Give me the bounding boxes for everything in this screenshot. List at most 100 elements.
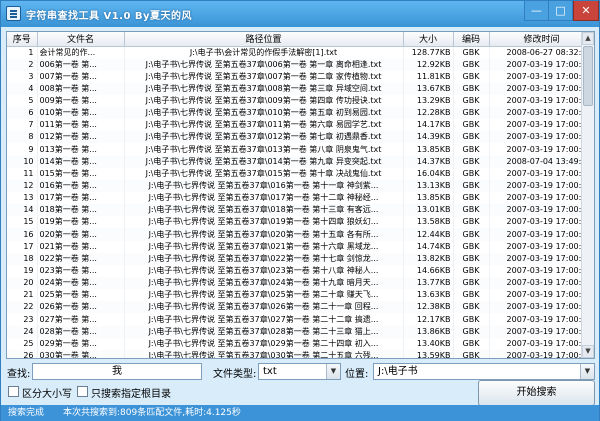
cell-filename: 029第一卷 第... [37, 337, 125, 350]
chevron-down-icon[interactable]: ▼ [580, 364, 594, 379]
cell-size: 13.63KB [403, 289, 454, 302]
cell-encoding: GBK [453, 131, 490, 144]
table-row[interactable]: 7 011第一卷 第... J:\电子书\七界传说 至第五卷37章\011第一卷 第… [7, 119, 594, 132]
table-row[interactable]: 2 006第一卷 第... J:\电子书\七界传说 至第五卷37章\006第一卷 第… [7, 58, 594, 71]
cell-path: J:\电子书\七界传说 至第五卷37章\019第一卷 第十四章 狼妖幻... [124, 216, 404, 229]
cell-modified: 2007-03-19 17:00:58 [489, 192, 594, 205]
cell-index: 13 [7, 192, 38, 205]
cell-modified: 2007-03-19 17:00:58 [489, 82, 594, 95]
root-only-checkbox[interactable] [77, 386, 88, 397]
table-row[interactable]: 10 014第一卷 第... J:\电子书\七界传说 至第五卷37章\014第一卷 … [7, 155, 594, 168]
cell-path: J:\电子书\七界传说 至第五卷37章\027第一卷 第二十二章 搞遗... [124, 313, 404, 326]
cell-index: 11 [7, 167, 38, 180]
cell-index: 19 [7, 264, 38, 278]
column-header-encoding[interactable]: 编码 [453, 32, 490, 47]
cell-index: 24 [7, 325, 38, 338]
scroll-down-icon[interactable]: ▼ [582, 345, 594, 358]
table-row[interactable]: 8 012第一卷 第... J:\电子书\七界传说 至第五卷37章\012第一卷 第… [7, 131, 594, 144]
table-row[interactable]: 1 会计常见的作... J:\电子书\会计常见的作假手法解密[1].txt 128.7… [7, 46, 594, 59]
root-only-label[interactable]: 只搜索指定根目录 [91, 385, 171, 400]
table-row[interactable]: 18 022第一卷 第... J:\电子书\七界传说 至第五卷37章\022第一卷 … [7, 252, 594, 265]
cell-index: 15 [7, 216, 38, 229]
cell-path: J:\电子书\七界传说 至第五卷37章\024第一卷 第十九章 暗月天... [124, 277, 404, 290]
scroll-up-icon[interactable]: ▲ [582, 32, 594, 45]
maximize-icon: □ [555, 4, 566, 17]
table-row[interactable]: 20 024第一卷 第... J:\电子书\七界传说 至第五卷37章\024第一卷 … [7, 277, 594, 290]
case-sensitive-checkbox[interactable] [8, 386, 19, 397]
minimize-button[interactable]: — [524, 1, 549, 21]
table-row[interactable]: 15 019第一卷 第... J:\电子书\七界传说 至第五卷37章\019第一卷 … [7, 216, 594, 229]
table-row[interactable]: 22 026第一卷 第... J:\电子书\七界传说 至第五卷37章\026第一卷 … [7, 301, 594, 314]
table-row[interactable]: 26 030第一卷 第... J:\电子书\七界传说 至第五卷37章\030第一卷 … [7, 349, 594, 358]
cell-index: 9 [7, 143, 38, 156]
table-row[interactable]: 5 009第一卷 第... J:\电子书\七界传说 至第五卷37章\009第一卷 第… [7, 94, 594, 108]
cell-modified: 2007-03-19 17:00:58 [489, 313, 594, 326]
cell-encoding: GBK [453, 119, 490, 132]
location-select[interactable]: J:\电子书 ▼ [373, 363, 595, 380]
cell-encoding: GBK [453, 167, 490, 180]
table-row[interactable]: 11 015第一卷 第... J:\电子书\七界传说 至第五卷37章\015第一卷 … [7, 167, 594, 180]
cell-index: 16 [7, 228, 38, 241]
table-row[interactable]: 13 017第一卷 第... J:\电子书\七界传说 至第五卷37章\017第一卷 … [7, 192, 594, 205]
table-row[interactable]: 9 013第一卷 第... J:\电子书\七界传说 至第五卷37章\013第一卷 第… [7, 143, 594, 156]
table-row[interactable]: 19 023第一卷 第... J:\电子书\七界传说 至第五卷37章\023第一卷 … [7, 264, 594, 278]
table-row[interactable]: 23 027第一卷 第... J:\电子书\七界传说 至第五卷37章\027第一卷 … [7, 313, 594, 326]
results-grid[interactable]: 序号 文件名 路径位置 大小 编码 修改时间 1 会计常见的作... J:\电子书\… [6, 31, 595, 359]
cell-path: J:\电子书\七界传说 至第五卷37章\009第一卷 第四章 传功授诀.txt [124, 94, 404, 108]
cell-index: 10 [7, 155, 38, 168]
filetype-select[interactable]: txt ▼ [258, 363, 341, 380]
app-window: 字符串查找工具 V1.0 By夏天的风 — □ ✕ 序号 文件名 路径位置 大小… [0, 0, 600, 421]
vertical-scrollbar[interactable]: ▲ ▼ [581, 32, 594, 358]
column-header-filename[interactable]: 文件名 [37, 32, 125, 47]
column-header-index[interactable]: 序号 [7, 32, 38, 47]
cell-modified: 2007-03-19 17:00:58 [489, 58, 594, 71]
table-row[interactable]: 17 021第一卷 第... J:\电子书\七界传说 至第五卷37章\021第一卷 … [7, 240, 594, 253]
cell-encoding: GBK [453, 289, 490, 302]
table-row[interactable]: 24 028第一卷 第... J:\电子书\七界传说 至第五卷37章\028第一卷 … [7, 325, 594, 338]
title-bar[interactable]: 字符串查找工具 V1.0 By夏天的风 — □ ✕ [1, 1, 599, 27]
cell-size: 128.77KB [403, 46, 454, 59]
column-header-modified[interactable]: 修改时间 [489, 32, 594, 47]
cell-index: 6 [7, 107, 38, 120]
column-header-size[interactable]: 大小 [403, 32, 454, 47]
cell-path: J:\电子书\七界传说 至第五卷37章\015第一卷 第十章 决战鬼仙.txt [124, 167, 404, 180]
cell-path: J:\电子书\七界传说 至第五卷37章\010第一卷 第五章 初到易园.txt [124, 107, 404, 120]
cell-index: 8 [7, 131, 38, 144]
cell-size: 13.85KB [403, 192, 454, 205]
cell-path: J:\电子书\七界传说 至第五卷37章\020第一卷 第十五章 各有所... [124, 228, 404, 241]
cell-size: 14.66KB [403, 264, 454, 278]
cell-filename: 008第一卷 第... [37, 82, 125, 95]
cell-path: J:\电子书\七界传说 至第五卷37章\017第一卷 第十二章 神秘经... [124, 192, 404, 205]
cell-path: J:\电子书\七界传说 至第五卷37章\006第一卷 第一章 离命相逢.txt [124, 58, 404, 71]
cell-index: 1 [7, 46, 38, 59]
cell-encoding: GBK [453, 179, 490, 193]
cell-size: 14.39KB [403, 131, 454, 144]
cell-size: 12.38KB [403, 301, 454, 314]
scroll-thumb[interactable] [583, 46, 593, 106]
cell-size: 14.74KB [403, 240, 454, 253]
start-search-button[interactable]: 开始搜索 [478, 380, 595, 406]
search-input[interactable]: 我 [32, 363, 202, 380]
cell-path: J:\电子书\七界传说 至第五卷37章\022第一卷 第十七章 剑惊龙... [124, 252, 404, 265]
cell-size: 13.85KB [403, 143, 454, 156]
cell-size: 13.67KB [403, 82, 454, 95]
chevron-down-icon[interactable]: ▼ [326, 364, 340, 379]
table-row[interactable]: 4 008第一卷 第... J:\电子书\七界传说 至第五卷37章\008第一卷 第… [7, 82, 594, 95]
cell-size: 16.04KB [403, 167, 454, 180]
maximize-button[interactable]: □ [549, 1, 573, 21]
table-row[interactable]: 12 016第一卷 第... J:\电子书\七界传说 至第五卷37章\016第一卷 … [7, 179, 594, 193]
close-button[interactable]: ✕ [573, 1, 599, 21]
cell-index: 2 [7, 58, 38, 71]
table-row[interactable]: 16 020第一卷 第... J:\电子书\七界传说 至第五卷37章\020第一卷 … [7, 228, 594, 241]
cell-encoding: GBK [453, 277, 490, 290]
table-row[interactable]: 3 007第一卷 第... J:\电子书\七界传说 至第五卷37章\007第一卷 第… [7, 70, 594, 83]
table-row[interactable]: 14 018第一卷 第... J:\电子书\七界传说 至第五卷37章\018第一卷 … [7, 204, 594, 217]
case-sensitive-label[interactable]: 区分大小写 [22, 385, 72, 400]
table-row[interactable]: 6 010第一卷 第... J:\电子书\七界传说 至第五卷37章\010第一卷 第… [7, 107, 594, 120]
table-row[interactable]: 21 025第一卷 第... J:\电子书\七界传说 至第五卷37章\025第一卷 … [7, 289, 594, 302]
status-bar: 搜索完成 本次共搜索到:809条匹配文件,耗时:4.125秒 [1, 405, 599, 421]
cell-filename: 027第一卷 第... [37, 313, 125, 326]
cell-filename: 030第一卷 第... [37, 349, 125, 358]
column-header-path[interactable]: 路径位置 [124, 32, 404, 47]
table-row[interactable]: 25 029第一卷 第... J:\电子书\七界传说 至第五卷37章\029第一卷 … [7, 337, 594, 350]
